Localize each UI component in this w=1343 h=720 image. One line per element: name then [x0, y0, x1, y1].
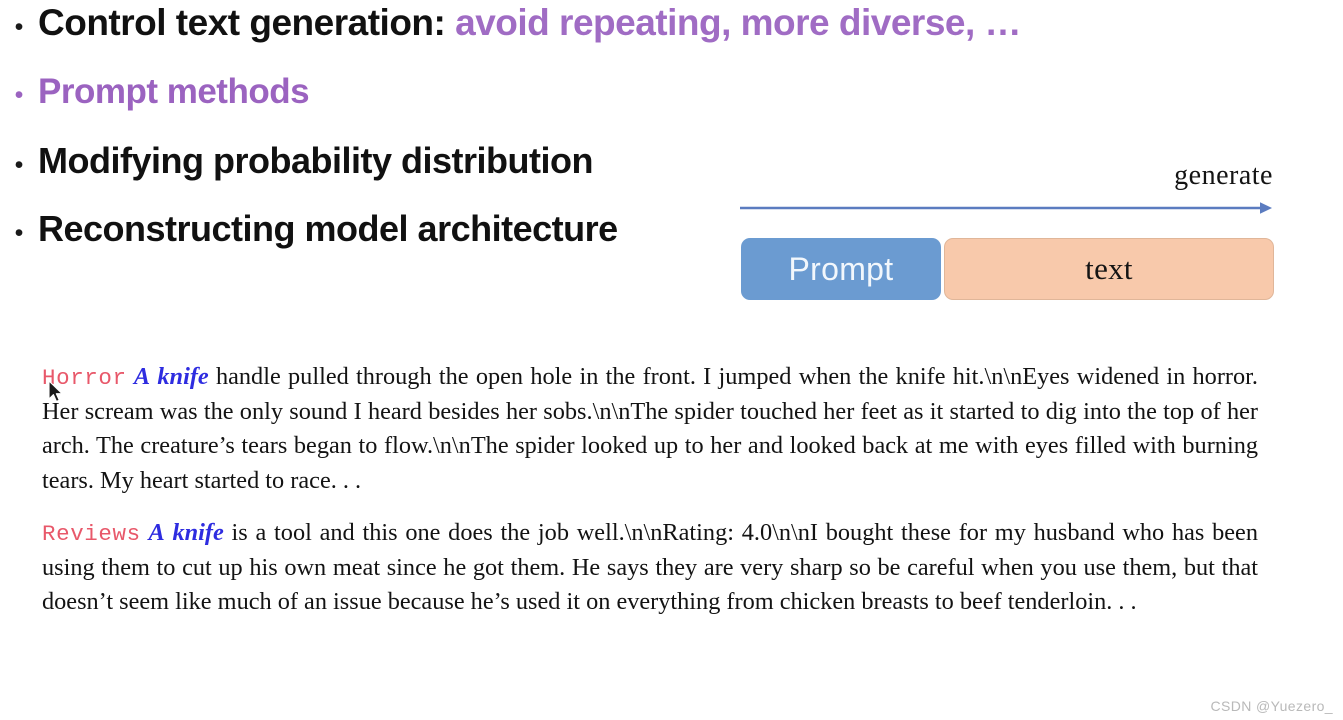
- generated-samples-block: Horror A knife handle pulled through the…: [42, 360, 1258, 619]
- keyword-knife: knife: [157, 363, 209, 390]
- keyword-knife: knife: [172, 518, 224, 546]
- generate-arrow-label: generate: [1174, 160, 1273, 191]
- prompt-to-text-diagram: generate Prompt text: [739, 160, 1274, 305]
- prompt-box: Prompt: [741, 238, 941, 300]
- bullet-label: Control text generation: avoid repeating…: [38, 2, 1022, 44]
- bullet-item-modifying-probability-distribution: • Modifying probability distribution: [0, 140, 594, 208]
- bullet-item-reconstructing-model-architecture: • Reconstructing model architecture: [0, 208, 619, 276]
- control-tag-reviews: Reviews: [42, 520, 141, 547]
- bullet-lead-text: Control text generation:: [38, 2, 456, 43]
- bullet-item-prompt-methods: • Prompt methods: [0, 72, 310, 140]
- bullet-item-control-text-generation: • Control text generation: avoid repeati…: [0, 2, 1022, 70]
- sequence-boxes: Prompt text: [741, 238, 1274, 300]
- prompt-box-label: Prompt: [788, 250, 894, 287]
- sample-body-text: is a tool and this one does the job well…: [42, 518, 1258, 616]
- sample-body-text: handle pulled through the open hole in t…: [42, 363, 1258, 494]
- bullet-label: Reconstructing model architecture: [38, 208, 618, 249]
- sample-paragraph-horror: Horror A knife handle pulled through the…: [42, 360, 1258, 498]
- text-box-label: text: [1085, 251, 1133, 286]
- text-box: text: [944, 238, 1274, 300]
- bullet-dot-icon: •: [14, 151, 24, 179]
- control-tag-horror: Horror: [42, 365, 127, 391]
- bullet-dot-icon: •: [14, 219, 24, 247]
- bullet-label: Prompt methods: [38, 72, 310, 111]
- csdn-watermark: CSDN @Yuezero_: [1210, 698, 1333, 714]
- bullet-label: Modifying probability distribution: [38, 140, 593, 181]
- bullet-dot-icon: •: [14, 13, 24, 41]
- bullet-accent-text: avoid repeating, more diverse, …: [455, 2, 1022, 43]
- keyword-a: A: [148, 518, 165, 546]
- sample-paragraph-reviews: Reviews A knife is a tool and this one d…: [42, 516, 1258, 620]
- bullet-dot-icon: •: [14, 81, 24, 109]
- keyword-a: A: [133, 363, 151, 390]
- generate-arrow-icon: [739, 200, 1273, 216]
